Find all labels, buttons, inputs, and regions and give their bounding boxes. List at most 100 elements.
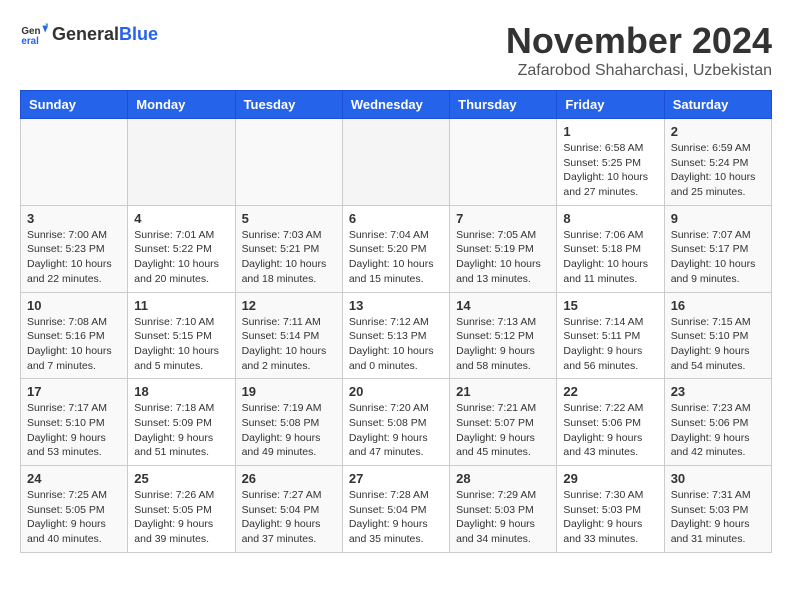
svg-text:eral: eral xyxy=(21,36,39,47)
day-number: 13 xyxy=(349,298,443,313)
day-number: 24 xyxy=(27,471,121,486)
day-number: 14 xyxy=(456,298,550,313)
day-number: 21 xyxy=(456,384,550,399)
weekday-header: Monday xyxy=(128,91,235,119)
day-info: Sunrise: 7:06 AM Sunset: 5:18 PM Dayligh… xyxy=(563,228,657,287)
day-info: Sunrise: 7:23 AM Sunset: 5:06 PM Dayligh… xyxy=(671,401,765,460)
day-info: Sunrise: 7:07 AM Sunset: 5:17 PM Dayligh… xyxy=(671,228,765,287)
location-title: Zafarobod Shaharchasi, Uzbekistan xyxy=(506,62,772,80)
calendar-cell xyxy=(21,119,128,206)
calendar-cell: 17 Sunrise: 7:17 AM Sunset: 5:10 PM Dayli… xyxy=(21,379,128,466)
calendar-cell: 26 Sunrise: 7:27 AM Sunset: 5:04 PM Dayli… xyxy=(235,466,342,553)
calendar-cell: 20 Sunrise: 7:20 AM Sunset: 5:08 PM Dayli… xyxy=(342,379,449,466)
day-number: 30 xyxy=(671,471,765,486)
day-info: Sunrise: 7:10 AM Sunset: 5:15 PM Dayligh… xyxy=(134,315,228,374)
day-number: 12 xyxy=(242,298,336,313)
day-info: Sunrise: 7:19 AM Sunset: 5:08 PM Dayligh… xyxy=(242,401,336,460)
calendar-cell: 7Sunrise: 7:05 AM Sunset: 5:19 PM Daylig… xyxy=(450,205,557,292)
month-title: November 2024 xyxy=(506,20,772,62)
calendar-cell: 1 Sunrise: 6:58 AM Sunset: 5:25 PM Daylig… xyxy=(557,119,664,206)
calendar-cell: 14 Sunrise: 7:13 AM Sunset: 5:12 PM Dayli… xyxy=(450,292,557,379)
calendar-cell: 12 Sunrise: 7:11 AM Sunset: 5:14 PM Dayli… xyxy=(235,292,342,379)
calendar-week-row: 17 Sunrise: 7:17 AM Sunset: 5:10 PM Dayli… xyxy=(21,379,772,466)
day-info: Sunrise: 7:27 AM Sunset: 5:04 PM Dayligh… xyxy=(242,488,336,547)
day-info: Sunrise: 7:11 AM Sunset: 5:14 PM Dayligh… xyxy=(242,315,336,374)
day-info: Sunrise: 7:31 AM Sunset: 5:03 PM Dayligh… xyxy=(671,488,765,547)
day-info: Sunrise: 7:20 AM Sunset: 5:08 PM Dayligh… xyxy=(349,401,443,460)
calendar-cell: 2 Sunrise: 6:59 AM Sunset: 5:24 PM Daylig… xyxy=(664,119,771,206)
calendar-cell: 25Sunrise: 7:26 AM Sunset: 5:05 PM Dayli… xyxy=(128,466,235,553)
day-number: 8 xyxy=(563,211,657,226)
day-info: Sunrise: 7:13 AM Sunset: 5:12 PM Dayligh… xyxy=(456,315,550,374)
day-info: Sunrise: 7:01 AM Sunset: 5:22 PM Dayligh… xyxy=(134,228,228,287)
day-number: 2 xyxy=(671,124,765,139)
day-number: 4 xyxy=(134,211,228,226)
day-number: 20 xyxy=(349,384,443,399)
weekday-header: Thursday xyxy=(450,91,557,119)
day-number: 5 xyxy=(242,211,336,226)
day-number: 7 xyxy=(456,211,550,226)
calendar-cell: 23Sunrise: 7:23 AM Sunset: 5:06 PM Dayli… xyxy=(664,379,771,466)
logo-icon: Gen eral xyxy=(20,20,48,48)
weekday-header: Wednesday xyxy=(342,91,449,119)
calendar-cell: 30 Sunrise: 7:31 AM Sunset: 5:03 PM Dayli… xyxy=(664,466,771,553)
weekday-header: Saturday xyxy=(664,91,771,119)
day-info: Sunrise: 7:17 AM Sunset: 5:10 PM Dayligh… xyxy=(27,401,121,460)
calendar-week-row: 24 Sunrise: 7:25 AM Sunset: 5:05 PM Dayli… xyxy=(21,466,772,553)
day-info: Sunrise: 7:08 AM Sunset: 5:16 PM Dayligh… xyxy=(27,315,121,374)
calendar-week-row: 3Sunrise: 7:00 AM Sunset: 5:23 PM Daylig… xyxy=(21,205,772,292)
day-number: 27 xyxy=(349,471,443,486)
day-info: Sunrise: 6:59 AM Sunset: 5:24 PM Dayligh… xyxy=(671,141,765,200)
logo: Gen eral GeneralBlue xyxy=(20,20,158,48)
logo-text: GeneralBlue xyxy=(52,24,158,45)
calendar-week-row: 1 Sunrise: 6:58 AM Sunset: 5:25 PM Daylig… xyxy=(21,119,772,206)
calendar-cell xyxy=(235,119,342,206)
calendar-cell: 13 Sunrise: 7:12 AM Sunset: 5:13 PM Dayli… xyxy=(342,292,449,379)
calendar-cell: 22 Sunrise: 7:22 AM Sunset: 5:06 PM Dayli… xyxy=(557,379,664,466)
logo-general: General xyxy=(52,24,119,44)
day-number: 1 xyxy=(563,124,657,139)
day-number: 18 xyxy=(134,384,228,399)
day-number: 17 xyxy=(27,384,121,399)
day-number: 15 xyxy=(563,298,657,313)
weekday-header-row: SundayMondayTuesdayWednesdayThursdayFrid… xyxy=(21,91,772,119)
calendar-cell: 24 Sunrise: 7:25 AM Sunset: 5:05 PM Dayli… xyxy=(21,466,128,553)
day-info: Sunrise: 6:58 AM Sunset: 5:25 PM Dayligh… xyxy=(563,141,657,200)
calendar-cell: 11 Sunrise: 7:10 AM Sunset: 5:15 PM Dayli… xyxy=(128,292,235,379)
calendar-cell: 5Sunrise: 7:03 AM Sunset: 5:21 PM Daylig… xyxy=(235,205,342,292)
day-info: Sunrise: 7:25 AM Sunset: 5:05 PM Dayligh… xyxy=(27,488,121,547)
day-info: Sunrise: 7:28 AM Sunset: 5:04 PM Dayligh… xyxy=(349,488,443,547)
calendar-table: SundayMondayTuesdayWednesdayThursdayFrid… xyxy=(20,90,772,553)
calendar-cell xyxy=(128,119,235,206)
day-number: 29 xyxy=(563,471,657,486)
page-header: Gen eral GeneralBlue November 2024 Zafar… xyxy=(20,20,772,80)
calendar-week-row: 10Sunrise: 7:08 AM Sunset: 5:16 PM Dayli… xyxy=(21,292,772,379)
title-area: November 2024 Zafarobod Shaharchasi, Uzb… xyxy=(506,20,772,80)
calendar-cell: 15Sunrise: 7:14 AM Sunset: 5:11 PM Dayli… xyxy=(557,292,664,379)
calendar-cell: 16Sunrise: 7:15 AM Sunset: 5:10 PM Dayli… xyxy=(664,292,771,379)
calendar-cell: 3Sunrise: 7:00 AM Sunset: 5:23 PM Daylig… xyxy=(21,205,128,292)
day-number: 22 xyxy=(563,384,657,399)
calendar-cell: 10Sunrise: 7:08 AM Sunset: 5:16 PM Dayli… xyxy=(21,292,128,379)
day-number: 9 xyxy=(671,211,765,226)
day-number: 28 xyxy=(456,471,550,486)
day-info: Sunrise: 7:18 AM Sunset: 5:09 PM Dayligh… xyxy=(134,401,228,460)
calendar-cell: 19Sunrise: 7:19 AM Sunset: 5:08 PM Dayli… xyxy=(235,379,342,466)
day-info: Sunrise: 7:22 AM Sunset: 5:06 PM Dayligh… xyxy=(563,401,657,460)
calendar-cell: 6 Sunrise: 7:04 AM Sunset: 5:20 PM Daylig… xyxy=(342,205,449,292)
day-info: Sunrise: 7:00 AM Sunset: 5:23 PM Dayligh… xyxy=(27,228,121,287)
calendar-cell: 8 Sunrise: 7:06 AM Sunset: 5:18 PM Daylig… xyxy=(557,205,664,292)
day-info: Sunrise: 7:26 AM Sunset: 5:05 PM Dayligh… xyxy=(134,488,228,547)
day-info: Sunrise: 7:04 AM Sunset: 5:20 PM Dayligh… xyxy=(349,228,443,287)
day-number: 6 xyxy=(349,211,443,226)
calendar-cell: 27 Sunrise: 7:28 AM Sunset: 5:04 PM Dayli… xyxy=(342,466,449,553)
day-number: 11 xyxy=(134,298,228,313)
day-info: Sunrise: 7:29 AM Sunset: 5:03 PM Dayligh… xyxy=(456,488,550,547)
day-info: Sunrise: 7:15 AM Sunset: 5:10 PM Dayligh… xyxy=(671,315,765,374)
day-info: Sunrise: 7:12 AM Sunset: 5:13 PM Dayligh… xyxy=(349,315,443,374)
logo-blue: Blue xyxy=(119,24,158,44)
calendar-cell: 18 Sunrise: 7:18 AM Sunset: 5:09 PM Dayli… xyxy=(128,379,235,466)
weekday-header: Tuesday xyxy=(235,91,342,119)
day-number: 26 xyxy=(242,471,336,486)
calendar-cell: 9 Sunrise: 7:07 AM Sunset: 5:17 PM Daylig… xyxy=(664,205,771,292)
